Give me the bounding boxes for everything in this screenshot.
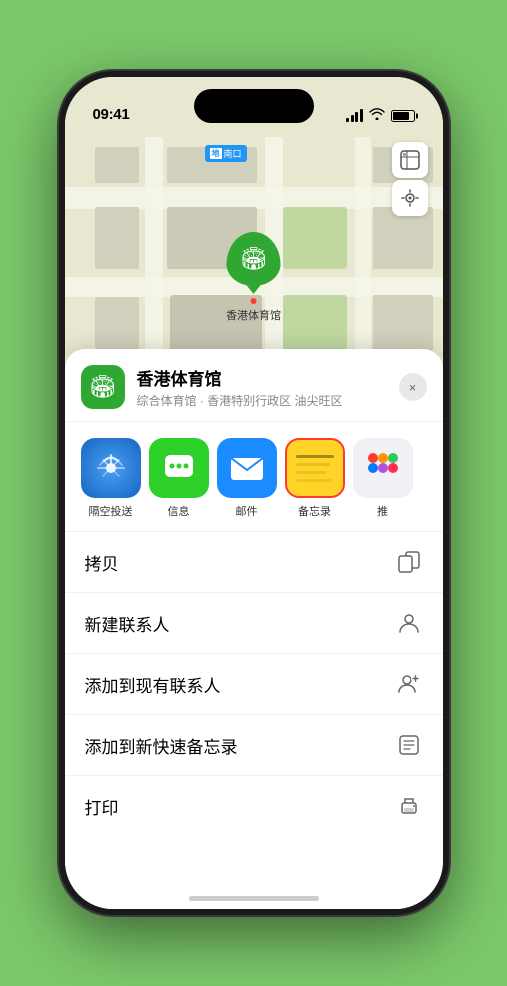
venue-emoji: 🏟 xyxy=(89,374,117,400)
subway-label: 地 南口 xyxy=(205,145,247,162)
more-apps-icon xyxy=(353,438,413,498)
airdrop-label: 隔空投送 xyxy=(89,503,133,519)
close-icon: × xyxy=(409,380,417,395)
share-app-messages[interactable]: 信息 xyxy=(149,438,209,519)
mail-icon xyxy=(217,438,277,498)
wifi-icon xyxy=(369,108,385,123)
location-header: 🏟 香港体育馆 综合体育馆 · 香港特别行政区 油尖旺区 × xyxy=(65,349,443,422)
share-app-more[interactable]: 推 xyxy=(353,438,413,519)
person-add-icon xyxy=(395,670,423,698)
action-copy[interactable]: 拷贝 xyxy=(65,532,443,593)
new-contact-label: 新建联系人 xyxy=(85,611,170,636)
phone-frame: 09:41 xyxy=(59,71,449,915)
print-icon xyxy=(395,792,423,820)
messages-label: 信息 xyxy=(168,503,190,519)
close-button[interactable]: × xyxy=(399,373,427,401)
location-name: 香港体育馆 xyxy=(137,365,399,390)
battery-icon xyxy=(391,110,415,122)
subway-label-text: 南口 xyxy=(224,147,242,160)
action-print[interactable]: 打印 xyxy=(65,776,443,836)
stadium-pin: 🏟 香港体育馆 xyxy=(226,232,281,323)
share-app-airdrop[interactable]: 隔空投送 xyxy=(81,438,141,519)
notes-label: 备忘录 xyxy=(298,503,331,519)
location-button[interactable] xyxy=(392,180,428,216)
map-controls xyxy=(392,142,428,216)
notes-icon xyxy=(285,438,345,498)
dynamic-island xyxy=(194,89,314,123)
action-new-contact[interactable]: 新建联系人 xyxy=(65,593,443,654)
stadium-icon: 🏟 xyxy=(240,246,268,272)
pin-dot xyxy=(251,298,257,304)
location-subtitle: 综合体育馆 · 香港特别行政区 油尖旺区 xyxy=(137,392,399,409)
copy-label: 拷贝 xyxy=(85,550,119,575)
pin-label: 香港体育馆 xyxy=(226,307,281,323)
share-app-mail[interactable]: 邮件 xyxy=(217,438,277,519)
status-time: 09:41 xyxy=(93,106,130,123)
add-note-label: 添加到新快速备忘录 xyxy=(85,733,238,758)
note-icon xyxy=(395,731,423,759)
map-type-button[interactable] xyxy=(392,142,428,178)
add-contact-label: 添加到现有联系人 xyxy=(85,672,221,697)
home-indicator xyxy=(189,896,319,901)
share-app-notes[interactable]: 备忘录 xyxy=(285,438,345,519)
location-info: 香港体育馆 综合体育馆 · 香港特别行政区 油尖旺区 xyxy=(137,365,399,409)
pin-circle: 🏟 xyxy=(227,232,281,286)
print-label: 打印 xyxy=(85,794,119,819)
bottom-sheet: 🏟 香港体育馆 综合体育馆 · 香港特别行政区 油尖旺区 × xyxy=(65,349,443,909)
notes-lines xyxy=(288,445,342,492)
phone-screen: 09:41 xyxy=(65,77,443,909)
action-add-contact[interactable]: 添加到现有联系人 xyxy=(65,654,443,715)
person-icon xyxy=(395,609,423,637)
airdrop-icon xyxy=(81,438,141,498)
action-add-note[interactable]: 添加到新快速备忘录 xyxy=(65,715,443,776)
signal-icon xyxy=(346,109,363,122)
location-venue-icon: 🏟 xyxy=(81,365,125,409)
more-label: 推 xyxy=(377,503,388,519)
messages-icon xyxy=(149,438,209,498)
action-list: 拷贝 新建联系人 xyxy=(65,532,443,836)
share-apps-row: 隔空投送 信息 xyxy=(65,422,443,532)
status-icons xyxy=(346,108,415,123)
mail-label: 邮件 xyxy=(236,503,258,519)
copy-icon xyxy=(395,548,423,576)
